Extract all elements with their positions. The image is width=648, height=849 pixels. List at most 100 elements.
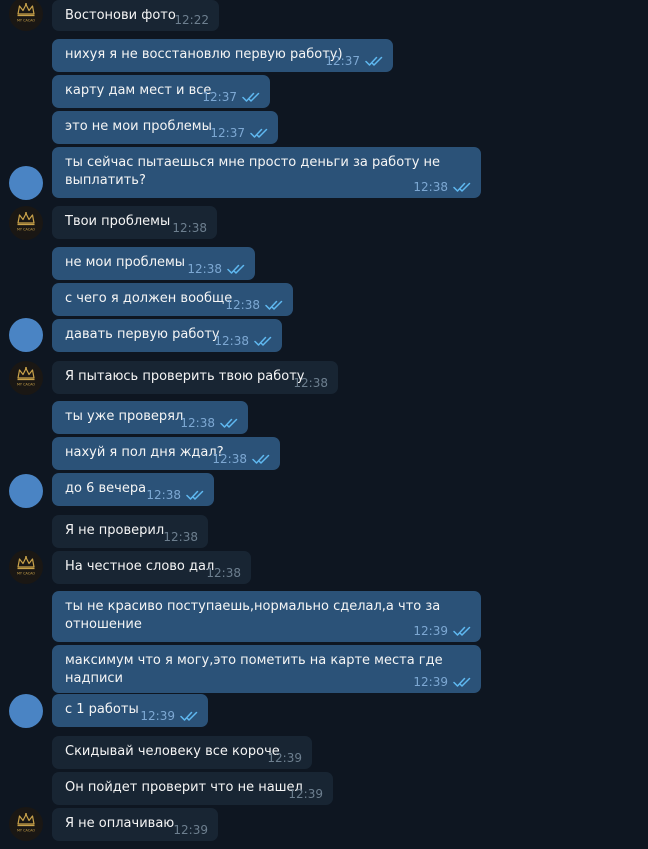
- message-time: 12:38: [187, 262, 222, 276]
- incoming-message[interactable]: Я не проверил 12:38: [52, 515, 208, 548]
- outgoing-message[interactable]: с 1 работы 12:39: [52, 694, 208, 727]
- contact-avatar[interactable]: MY CACAO: [9, 0, 43, 31]
- message-time: 12:38: [146, 488, 181, 502]
- message-meta: 12:38: [206, 566, 241, 580]
- message-text: Я пытаюсь проверить твою работу: [65, 369, 305, 384]
- incoming-message[interactable]: На честное слово дал 12:38: [52, 551, 251, 584]
- logo-text: MY CACAO: [17, 829, 35, 833]
- message-text: это не мои проблемы: [65, 119, 212, 134]
- message-time: 12:37: [202, 90, 237, 104]
- message-text: до 6 вечера: [65, 481, 147, 496]
- outgoing-message[interactable]: до 6 вечера 12:38: [52, 473, 214, 506]
- message-meta: 12:37: [210, 126, 268, 140]
- message-text: нахуй я пол дня ждал?: [65, 445, 224, 460]
- read-ticks-icon: [453, 182, 471, 192]
- message-text: ты уже проверял: [65, 409, 184, 424]
- message-meta: 12:39: [413, 675, 471, 689]
- message-text: Я не оплачиваю: [65, 816, 175, 831]
- read-ticks-icon: [186, 490, 204, 500]
- logo-text: MY CACAO: [17, 572, 35, 576]
- message-text: максимум что я могу,это пометить на карт…: [65, 653, 443, 686]
- crown-logo-icon: MY CACAO: [17, 212, 35, 232]
- message-time: 12:38: [293, 376, 328, 390]
- logo-text: MY CACAO: [17, 228, 35, 232]
- message-meta: 12:38: [214, 334, 272, 348]
- outgoing-message[interactable]: не мои проблемы 12:38: [52, 247, 255, 280]
- read-ticks-icon: [265, 300, 283, 310]
- read-ticks-icon: [250, 128, 268, 138]
- crown-logo-icon: MY CACAO: [17, 367, 35, 387]
- message-meta: 12:38: [163, 530, 198, 544]
- message-meta: 12:22: [174, 13, 209, 27]
- message-time: 12:39: [413, 624, 448, 638]
- message-text: На честное слово дал: [65, 559, 215, 574]
- read-ticks-icon: [227, 264, 245, 274]
- logo-text: MY CACAO: [17, 19, 35, 23]
- message-time: 12:39: [173, 823, 208, 837]
- contact-avatar[interactable]: MY CACAO: [9, 807, 43, 841]
- outgoing-message[interactable]: ты сейчас пытаешься мне просто деньги за…: [52, 147, 481, 198]
- message-time: 12:39: [413, 675, 448, 689]
- outgoing-message[interactable]: ты уже проверял 12:38: [52, 401, 248, 434]
- message-text: карту дам мест и все: [65, 83, 212, 98]
- user-avatar-icon[interactable]: [9, 166, 43, 200]
- message-meta: 12:39: [413, 624, 471, 638]
- logo-text: MY CACAO: [17, 383, 35, 387]
- message-meta: 12:39: [288, 787, 323, 801]
- message-time: 12:39: [288, 787, 323, 801]
- message-text: Востонови фото: [65, 8, 176, 23]
- read-ticks-icon: [252, 454, 270, 464]
- message-time: 12:38: [212, 452, 247, 466]
- message-time: 12:37: [325, 54, 360, 68]
- incoming-message[interactable]: Скидывай человеку все короче 12:39: [52, 736, 312, 769]
- contact-avatar[interactable]: MY CACAO: [9, 550, 43, 584]
- outgoing-message[interactable]: максимум что я могу,это пометить на карт…: [52, 645, 481, 693]
- message-meta: 12:38: [172, 221, 207, 235]
- outgoing-message[interactable]: ты не красиво поступаешь,нормально сдела…: [52, 591, 481, 642]
- outgoing-message[interactable]: нахуй я пол дня ждал? 12:38: [52, 437, 280, 470]
- incoming-message[interactable]: Я пытаюсь проверить твою работу 12:38: [52, 361, 338, 394]
- crown-logo-icon: MY CACAO: [17, 3, 35, 23]
- user-avatar-icon[interactable]: [9, 318, 43, 352]
- message-text: Я не проверил: [65, 523, 165, 538]
- message-time: 12:38: [206, 566, 241, 580]
- outgoing-message[interactable]: нихуя я не восстановлю первую работу) 12:…: [52, 39, 393, 72]
- outgoing-message[interactable]: карту дам мест и все 12:37: [52, 75, 270, 108]
- message-meta: 12:38: [293, 376, 328, 390]
- message-meta: 12:38: [187, 262, 245, 276]
- message-meta: 12:38: [413, 180, 471, 194]
- message-time: 12:38: [214, 334, 249, 348]
- message-meta: 12:39: [267, 751, 302, 765]
- outgoing-message[interactable]: это не мои проблемы 12:37: [52, 111, 278, 144]
- message-meta: 12:39: [140, 709, 198, 723]
- message-meta: 12:38: [225, 298, 283, 312]
- read-ticks-icon: [242, 92, 260, 102]
- read-ticks-icon: [180, 711, 198, 721]
- message-time: 12:38: [180, 416, 215, 430]
- user-avatar-icon[interactable]: [9, 694, 43, 728]
- outgoing-message[interactable]: с чего я должен вообще 12:38: [52, 283, 293, 316]
- message-text: с 1 работы: [65, 702, 139, 717]
- message-time: 12:38: [225, 298, 260, 312]
- message-text: Скидывай человеку все короче: [65, 744, 280, 759]
- outgoing-message[interactable]: давать первую работу 12:38: [52, 319, 282, 352]
- incoming-message[interactable]: Я не оплачиваю 12:39: [52, 808, 218, 841]
- message-text: Он пойдет проверит что не нашел: [65, 780, 303, 795]
- message-time: 12:37: [210, 126, 245, 140]
- user-avatar-icon[interactable]: [9, 474, 43, 508]
- message-text: ты сейчас пытаешься мне просто деньги за…: [65, 155, 441, 188]
- contact-avatar[interactable]: MY CACAO: [9, 206, 43, 240]
- incoming-message[interactable]: Востонови фото 12:22: [52, 0, 219, 31]
- message-meta: 12:38: [146, 488, 204, 502]
- message-meta: 12:38: [212, 452, 270, 466]
- message-meta: 12:39: [173, 823, 208, 837]
- incoming-message[interactable]: Он пойдет проверит что не нашел 12:39: [52, 772, 333, 805]
- message-text: с чего я должен вообще: [65, 291, 233, 306]
- chat-history[interactable]: Востонови фото 12:22 нихуя я не восстановл…: [0, 0, 648, 849]
- contact-avatar[interactable]: MY CACAO: [9, 361, 43, 395]
- read-ticks-icon: [453, 677, 471, 687]
- crown-logo-icon: MY CACAO: [17, 556, 35, 576]
- message-text: не мои проблемы: [65, 255, 186, 270]
- incoming-message[interactable]: Твои проблемы 12:38: [52, 206, 217, 239]
- message-time: 12:39: [267, 751, 302, 765]
